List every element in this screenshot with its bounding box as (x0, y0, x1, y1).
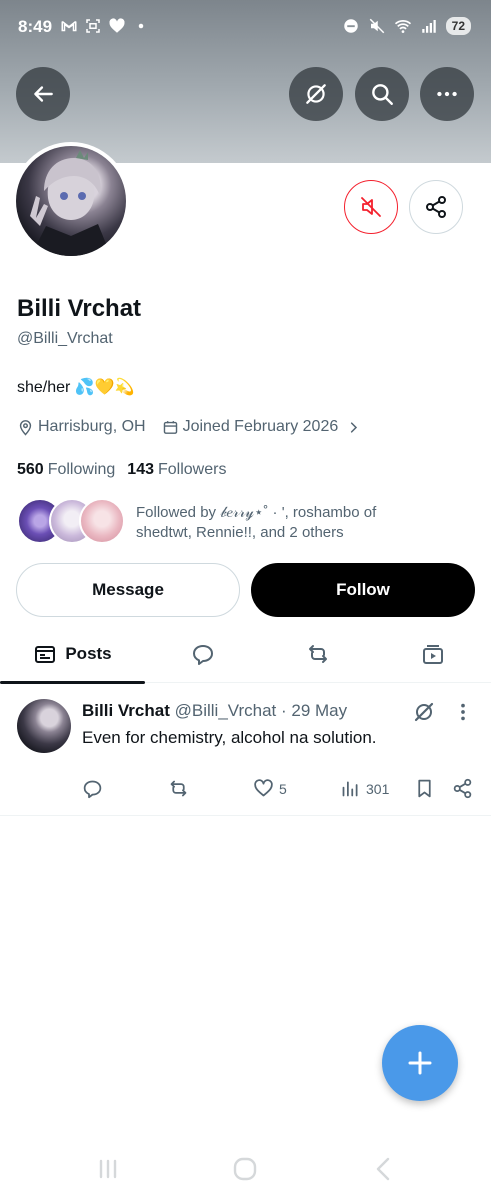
dot-icon (132, 16, 150, 36)
status-time: 8:49 (18, 17, 53, 36)
follow-button[interactable]: Follow (251, 563, 475, 617)
followers-count: 143 (127, 461, 154, 478)
avatar-image (16, 146, 126, 256)
status-bar: 8:49 72 (0, 0, 491, 56)
back-nav-icon[interactable] (368, 1154, 398, 1184)
followers-link[interactable]: 143 Followers (127, 461, 226, 479)
dnd-icon (342, 16, 360, 36)
tab-posts[interactable]: Posts (0, 625, 145, 684)
more-button[interactable] (420, 67, 474, 121)
compose-button[interactable] (382, 1025, 458, 1101)
tab-reposts[interactable] (260, 625, 375, 683)
tab-posts-label: Posts (65, 644, 112, 663)
follower-avatar (79, 498, 125, 544)
followed-by-preview[interactable]: Followed by 𝒷𝑒𝓇𝓇𝓎⋆˚ · ', roshambo of she… (17, 498, 477, 548)
replies-icon (192, 645, 213, 665)
follow-counts: 560 Following 143 Followers (17, 461, 226, 479)
tab-media[interactable] (375, 625, 491, 683)
join-date-text: Joined February 2026 (182, 418, 339, 435)
more-vertical-icon[interactable] (452, 700, 474, 724)
plus-icon (408, 1051, 432, 1075)
share-icon (453, 778, 472, 799)
post-text: Even for chemistry, alcohol na solution. (82, 728, 377, 747)
post-actions: 5 301 (0, 778, 491, 802)
calendar-icon (163, 420, 177, 434)
repost-icon (170, 780, 187, 797)
location-text: Harrisburg, OH (38, 418, 146, 435)
view-count: 301 (366, 780, 390, 797)
join-date[interactable]: Joined February 2026 (162, 418, 362, 436)
profile-bio: she/her 💦💛💫 (17, 379, 135, 396)
views-chart-icon (342, 781, 358, 797)
muted-speaker-icon (361, 197, 381, 217)
unmute-button[interactable] (344, 180, 398, 234)
signal-icon (420, 16, 438, 36)
back-button[interactable] (16, 67, 70, 121)
profile-avatar[interactable] (12, 142, 130, 260)
search-button[interactable] (355, 67, 409, 121)
grok-icon[interactable] (412, 700, 436, 724)
search-icon (372, 84, 393, 105)
more-horizontal-icon (437, 91, 457, 97)
grok-button[interactable] (289, 67, 343, 121)
system-nav-bar (0, 1140, 491, 1200)
heart-outline-icon (254, 779, 273, 797)
media-icon (423, 645, 443, 664)
reply-button[interactable] (82, 778, 103, 799)
post-header: Billi Vrchat @Billi_Vrchat · 29 May (82, 701, 347, 721)
posts-icon (35, 646, 56, 663)
bookmark-button[interactable] (414, 778, 435, 799)
profile-tabs: Posts (0, 625, 491, 684)
profile-handle: @Billi_Vrchat (17, 330, 113, 347)
screenshot-icon (84, 16, 102, 36)
wifi-icon (394, 16, 412, 36)
grok-icon (306, 84, 326, 104)
message-button[interactable]: Message (16, 563, 240, 617)
location-pin-icon (19, 419, 32, 436)
like-count: 5 (279, 780, 287, 797)
bookmark-icon (418, 779, 431, 798)
recents-icon[interactable] (93, 1154, 123, 1184)
arrow-left-icon (34, 86, 53, 102)
following-link[interactable]: 560 Following (17, 461, 115, 479)
following-count: 560 (17, 461, 44, 478)
share-icon (426, 196, 446, 218)
like-button[interactable]: 5 (253, 778, 287, 799)
reply-icon (83, 780, 102, 799)
followed-by-text: Followed by 𝒷𝑒𝓇𝓇𝓎⋆˚ · ', roshambo of she… (136, 504, 377, 541)
battery-indicator: 72 (445, 17, 471, 35)
followers-label: Followers (158, 461, 227, 478)
post-share-button[interactable] (452, 778, 473, 799)
location: Harrisburg, OH (17, 418, 146, 436)
gmail-icon (60, 16, 78, 36)
post-author-name[interactable]: Billi Vrchat (82, 701, 170, 720)
share-profile-button[interactable] (409, 180, 463, 234)
post-author-handle[interactable]: @Billi_Vrchat · 29 May (175, 701, 348, 720)
tab-replies[interactable] (145, 625, 260, 683)
profile-name: Billi Vrchat (17, 295, 142, 322)
repost-icon (308, 645, 327, 663)
repost-button[interactable] (168, 778, 189, 799)
profile-meta: Harrisburg, OH Joined February 2026 (17, 418, 377, 436)
views-button[interactable]: 301 (340, 778, 389, 799)
home-icon[interactable] (230, 1154, 260, 1184)
following-label: Following (47, 461, 116, 478)
mute-icon (368, 16, 386, 36)
chevron-right-icon (351, 421, 358, 433)
post-item[interactable]: Billi Vrchat @Billi_Vrchat · 29 May Even… (0, 684, 491, 816)
heart-icon (108, 16, 126, 36)
post-author-avatar[interactable] (17, 699, 71, 753)
